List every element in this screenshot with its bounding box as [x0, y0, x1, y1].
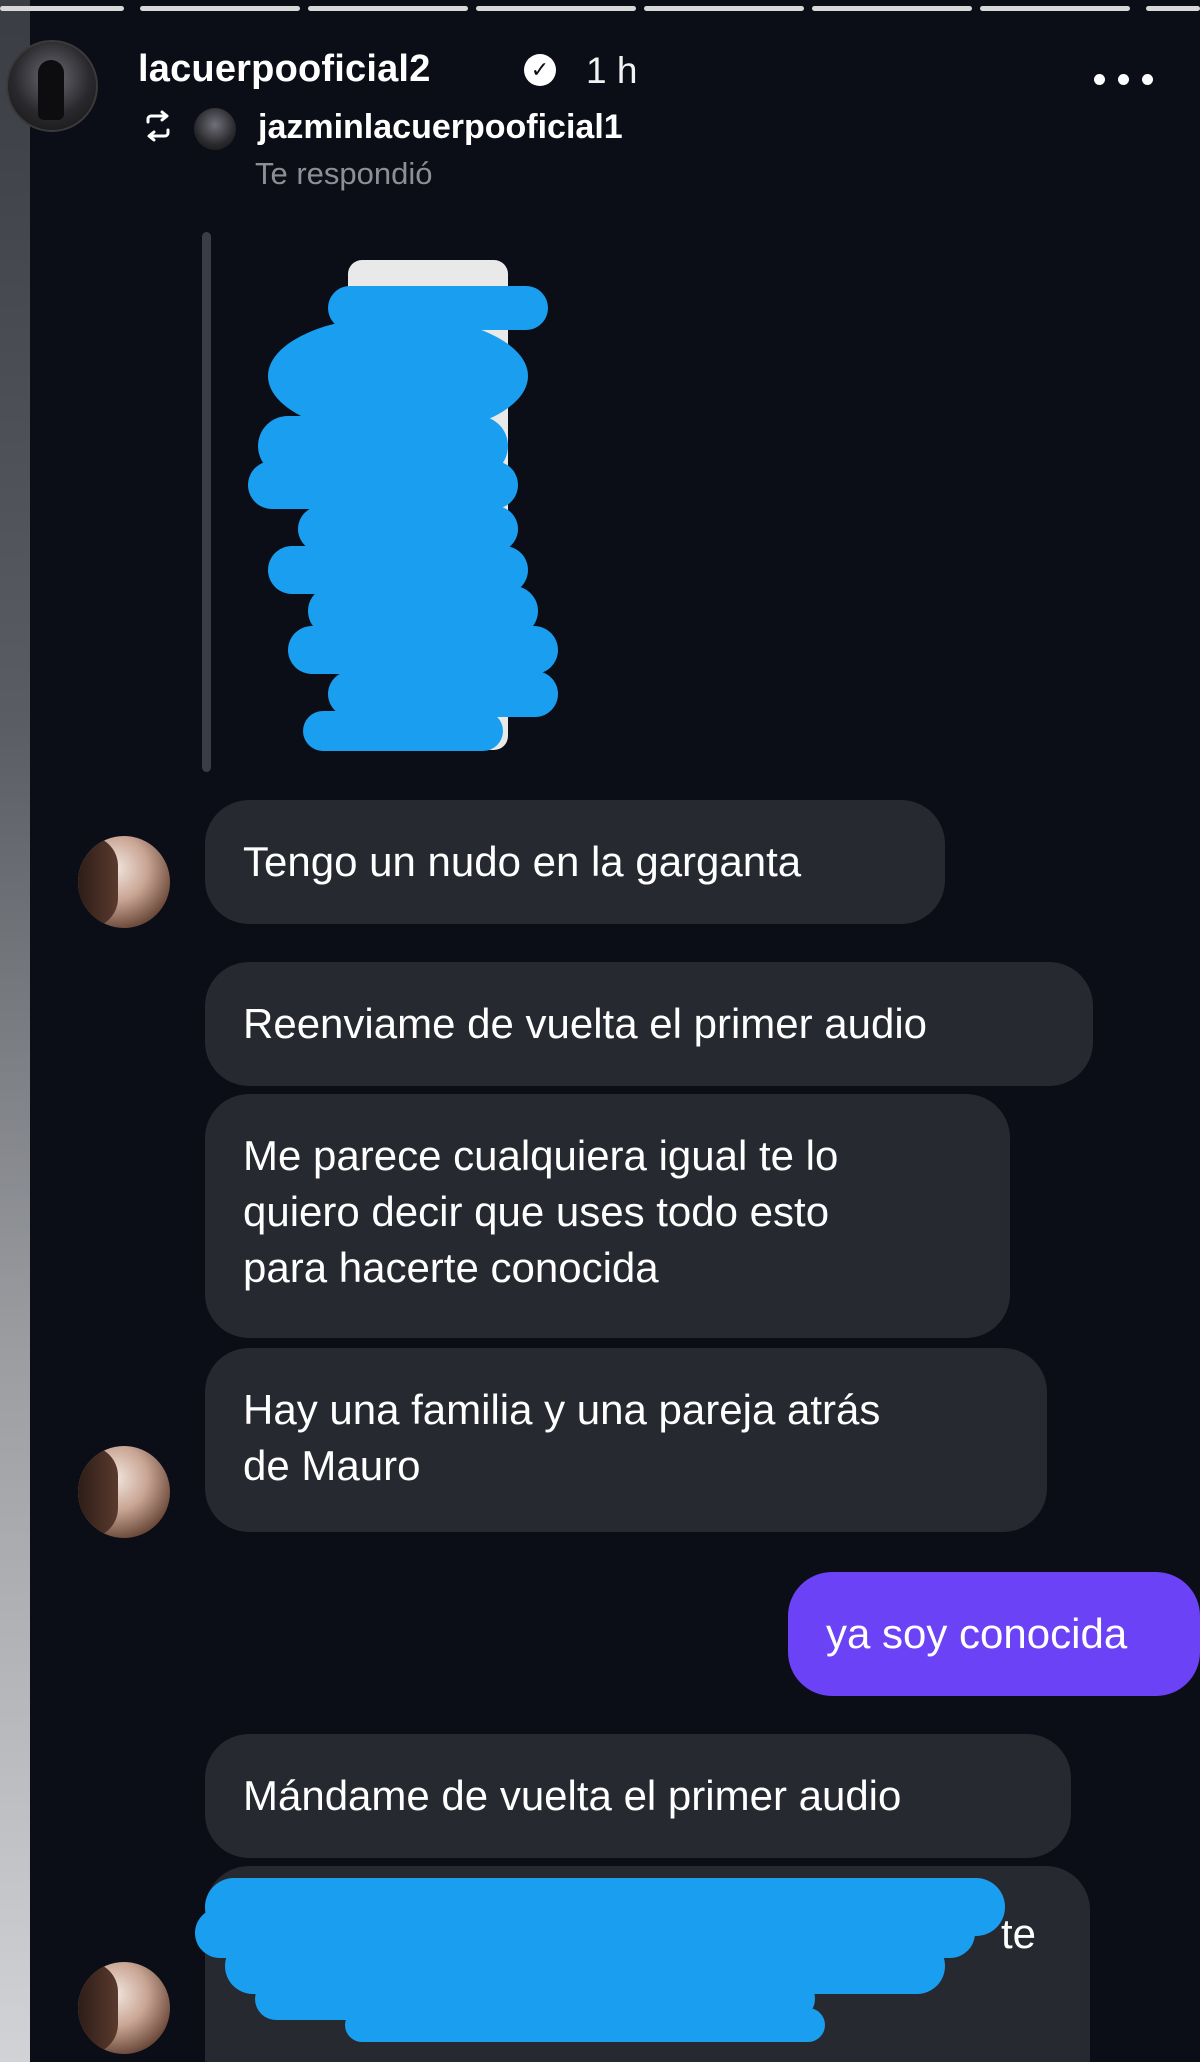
redaction-scribble — [195, 1878, 1005, 2042]
reply-quote-bar — [202, 232, 211, 772]
story-progress-bar — [0, 6, 1200, 12]
message-line: quiero decir que uses todo esto — [243, 1188, 830, 1235]
message-bubble: Reenviame de vuelta el primer audio — [205, 962, 1093, 1086]
left-edge-strip — [0, 0, 30, 2062]
repost-icon — [146, 110, 170, 142]
reposted-username[interactable]: jazminlacuerpooficial1 — [258, 108, 623, 147]
progress-segment — [0, 6, 124, 11]
progress-segment — [1146, 6, 1200, 11]
message-line: para hacerte conocida — [243, 1244, 659, 1291]
message-text: Tengo un nudo en la garganta — [243, 838, 802, 885]
progress-segment — [476, 6, 636, 11]
sender-avatar[interactable] — [78, 1962, 170, 2054]
progress-segment — [140, 6, 300, 11]
message-bubble: Me parece cualquiera igual te lo quiero … — [205, 1094, 1010, 1338]
message-text: Reenviame de vuelta el primer audio — [243, 1000, 928, 1047]
outgoing-message-bubble: ya soy conocida — [788, 1572, 1200, 1696]
story-username[interactable]: lacuerpooficial2 — [138, 48, 431, 91]
message-bubble: Hay una familia y una pareja atrás de Ma… — [205, 1348, 1047, 1532]
replied-story-thumbnail — [248, 260, 558, 751]
reposted-author-avatar[interactable] — [194, 108, 236, 150]
message-line: Me parece cualquiera igual te lo — [243, 1132, 839, 1179]
verified-badge-icon: ✓ — [524, 54, 556, 86]
message-text: ya soy conocida — [826, 1610, 1128, 1657]
message-text: Mándame de vuelta el primer audio — [243, 1772, 902, 1819]
message-line: de Mauro — [243, 1442, 421, 1489]
story-timestamp: 1 h — [586, 50, 638, 91]
progress-segment — [644, 6, 804, 11]
reply-label: Te respondió — [255, 156, 433, 191]
sender-avatar[interactable] — [78, 836, 170, 928]
progress-segment — [308, 6, 468, 11]
message-bubble: Mándame de vuelta el primer audio — [205, 1734, 1071, 1858]
progress-segment — [812, 6, 972, 11]
message-line: Hay una familia y una pareja atrás — [243, 1386, 881, 1433]
more-options-icon[interactable] — [1094, 74, 1154, 88]
progress-segment — [980, 6, 1130, 11]
sender-avatar[interactable] — [78, 1446, 170, 1538]
story-author-avatar[interactable] — [6, 40, 98, 132]
message-bubble: Tengo un nudo en la garganta — [205, 800, 945, 924]
